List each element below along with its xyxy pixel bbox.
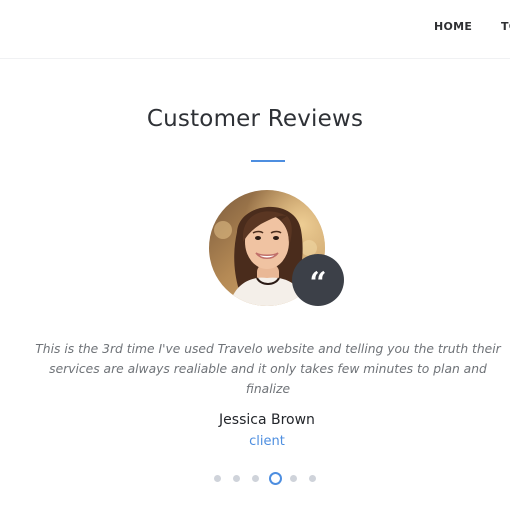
title-underline <box>251 160 285 162</box>
carousel-dot-6[interactable] <box>309 475 316 482</box>
carousel-dot-5[interactable] <box>290 475 297 482</box>
page: HOME TO Customer Reviews <box>0 0 510 510</box>
carousel-dot-3[interactable] <box>252 475 259 482</box>
quote-badge: “ <box>292 254 344 306</box>
carousel-dot-4[interactable] <box>269 472 282 485</box>
top-navbar: HOME TO <box>0 0 510 59</box>
review-text: This is the 3rd time I've used Travelo w… <box>35 342 501 396</box>
carousel-dot-2[interactable] <box>233 475 240 482</box>
reviewer-name: Jessica Brown <box>219 412 315 428</box>
nav-link-tours[interactable]: TO <box>501 20 510 33</box>
carousel-dot-1[interactable] <box>214 475 221 482</box>
reviewer-role: client <box>249 434 285 449</box>
section-title: Customer Reviews <box>146 106 364 132</box>
quote-icon: “ <box>309 266 327 301</box>
nav-link-home[interactable]: HOME <box>434 20 472 33</box>
